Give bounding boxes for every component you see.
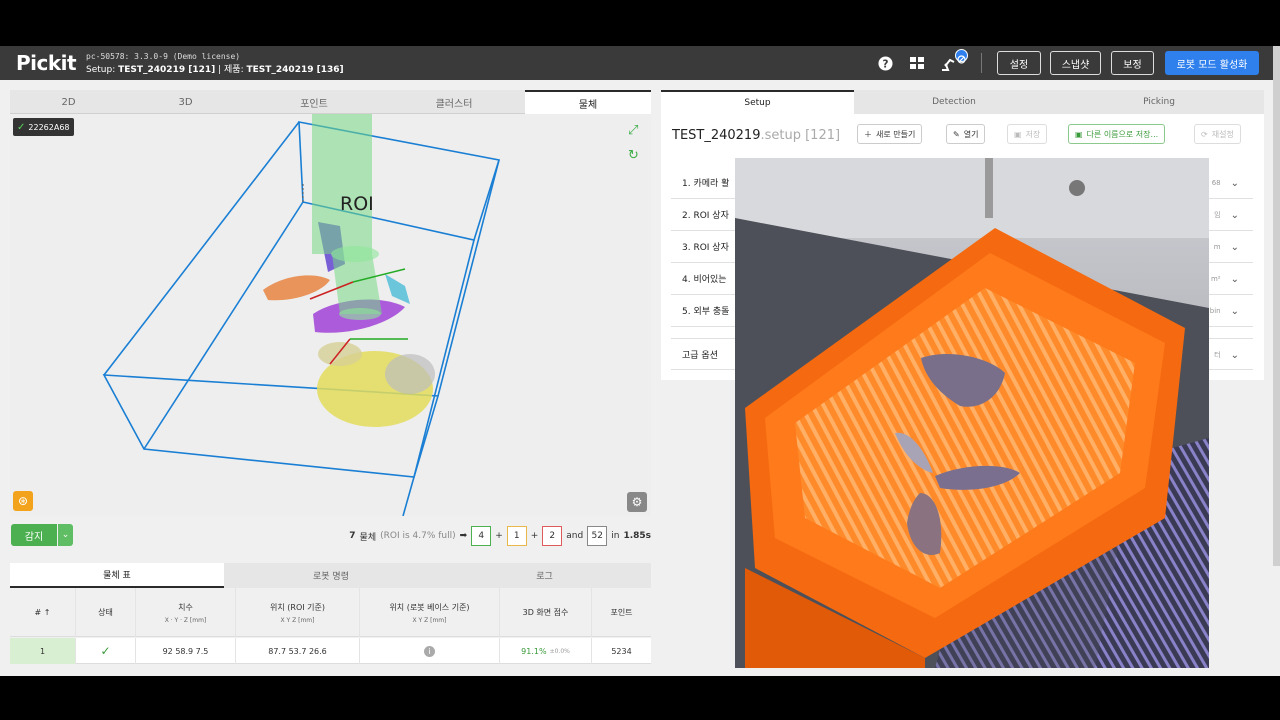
setup-product-line: Setup: TEST_240219 [121] | 제품: TEST_2402…: [86, 62, 344, 75]
status-check-icon: ✓: [76, 638, 136, 664]
video-letterbox-top: [0, 0, 1280, 46]
open-setup-button[interactable]: ✎ 열기: [946, 124, 986, 144]
table-header: # ↑ 상태 치수 X · Y · Z [mm] 위치 (ROI 기준) X Y Z…: [10, 588, 651, 637]
cell-dimensions: 92 58.9 7.5: [136, 638, 236, 664]
calibration-button[interactable]: 보정: [1111, 51, 1154, 75]
bin-photo: [735, 158, 1209, 668]
cell-id: 1: [10, 638, 76, 664]
tab-log[interactable]: 로그: [438, 563, 651, 588]
cell-position-roi: 87.7 53.7 26.6: [236, 638, 360, 664]
plus-sign: +: [495, 531, 503, 541]
view-tabs: 2D 3D 포인트 클러스터 물체: [10, 90, 651, 114]
detection-summary: 7 물체 (ROI is 4.7% full) ➡ 4 + 1 + 2 and …: [349, 526, 651, 546]
toolbar-divider: [981, 53, 982, 73]
version-text: pc-50578: 3.3.0-9 (Demo license): [86, 52, 241, 61]
table-row[interactable]: 1 ✓ 92 58.9 7.5 87.7 53.7 26.6 i 91.1% ±0…: [10, 638, 651, 664]
plus-sign-2: +: [530, 531, 539, 541]
cell-score: 91.1% ±0.0%: [500, 638, 592, 664]
object-count: 7: [349, 531, 356, 541]
in-word: in: [611, 531, 620, 541]
product-label: | 제품:: [218, 65, 244, 75]
detection-time: 1.85s: [623, 531, 651, 541]
svg-text:?: ?: [882, 58, 888, 70]
snapshot-button[interactable]: 스냅샷: [1050, 51, 1101, 75]
config-tabs: Setup Detection Picking: [661, 90, 1264, 114]
info-icon[interactable]: i: [424, 645, 435, 657]
video-letterbox-bottom: [0, 676, 1280, 720]
tab-clusters[interactable]: 클러스터: [384, 90, 524, 114]
tab-3d[interactable]: 3D: [127, 90, 244, 114]
setup-label: Setup:: [86, 65, 116, 75]
chevron-down-icon: ⌄: [1230, 177, 1239, 189]
fullscreen-icon[interactable]: ⤢: [628, 123, 638, 138]
tab-detection[interactable]: Detection: [854, 90, 1054, 114]
setup-file-title: TEST_240219.setup [121]: [672, 128, 841, 143]
count-pickable: 4: [471, 526, 492, 546]
point-cloud-scene: ROI: [10, 114, 651, 516]
plus-icon: ＋: [864, 129, 872, 139]
product-name: TEST_240219 [136]: [246, 65, 344, 75]
check-icon: ✓: [17, 121, 26, 133]
tab-robot-commands[interactable]: 로봇 명령: [224, 563, 438, 588]
roi-label: ROI: [340, 193, 374, 215]
camera-photo-overlay: [735, 158, 1209, 668]
disabled-badge-icon: [955, 49, 968, 64]
tab-objects[interactable]: 물체: [525, 90, 651, 114]
settings-button[interactable]: 설정: [997, 51, 1041, 75]
save-icon: ▣: [1014, 129, 1022, 139]
help-icon[interactable]: ?: [876, 54, 894, 72]
arrow-icon: ➡: [459, 531, 468, 541]
reset-setup-button[interactable]: ⟳ 재설정: [1194, 124, 1241, 144]
reset-icon: ⟳: [1201, 129, 1208, 139]
robot-mode-button[interactable]: 로봇 모드 활성화: [1165, 51, 1259, 75]
3d-viewer[interactable]: ROI ✓ 22262A68 ⤢ ↻ ⊛ ⚙: [10, 114, 651, 516]
capture-icon[interactable]: ⊛: [13, 491, 33, 511]
page-scrollbar[interactable]: [1273, 46, 1280, 566]
layout-icon[interactable]: [908, 54, 926, 72]
col-id[interactable]: # ↑: [10, 588, 76, 637]
save-setup-button[interactable]: ▣ 저장: [1007, 124, 1048, 144]
col-dimensions[interactable]: 치수 X · Y · Z [mm]: [136, 588, 236, 637]
save-as-button[interactable]: ▣ 다른 이름으로 저장...: [1068, 124, 1166, 144]
roi-fill-text: (ROI is 4.7% full): [380, 531, 456, 541]
reset-view-icon[interactable]: ↻: [628, 148, 639, 163]
col-status[interactable]: 상태: [76, 588, 136, 637]
count-clusters: 52: [587, 526, 608, 546]
pickit-app: Pickit pc-50578: 3.3.0-9 (Demo license) …: [0, 46, 1280, 676]
count-rejected: 2: [542, 526, 563, 546]
chevron-down-icon: ⌄: [1230, 349, 1239, 361]
viewer-settings-icon[interactable]: ⚙: [627, 492, 647, 512]
save-as-icon: ▣: [1075, 129, 1083, 139]
tab-object-table[interactable]: 물체 표: [10, 563, 224, 588]
top-bar: Pickit pc-50578: 3.3.0-9 (Demo license) …: [0, 46, 1280, 80]
tab-2d[interactable]: 2D: [10, 90, 127, 114]
tab-points[interactable]: 포인트: [244, 90, 384, 114]
chevron-down-icon: ⌄: [1230, 241, 1239, 253]
camera-status-badge: ✓ 22262A68: [13, 118, 74, 136]
detect-button[interactable]: 감지: [11, 524, 57, 546]
col-points[interactable]: 포인트: [592, 588, 651, 637]
col-score[interactable]: 3D 화면 점수: [500, 588, 592, 637]
pencil-icon: ✎: [953, 129, 960, 139]
pickit-logo: Pickit: [16, 51, 77, 75]
col-position-robot[interactable]: 위치 (로봇 베이스 기준) X Y Z [mm]: [360, 588, 500, 637]
col-position-roi[interactable]: 위치 (ROI 기준) X Y Z [mm]: [236, 588, 360, 637]
tab-setup[interactable]: Setup: [661, 90, 854, 114]
cell-position-robot: i: [360, 638, 500, 664]
new-setup-button[interactable]: ＋ 새로 만들기: [857, 124, 923, 144]
camera-serial: 22262A68: [28, 122, 70, 132]
detection-row: 감지 ⌄ 7 물체 (ROI is 4.7% full) ➡ 4 + 1 + 2…: [10, 522, 651, 550]
bottom-tabs: 물체 표 로봇 명령 로그: [10, 563, 651, 588]
setup-name: TEST_240219 [121]: [118, 65, 216, 75]
and-word: and: [566, 531, 584, 541]
count-unpickable: 1: [506, 526, 527, 546]
tab-picking[interactable]: Picking: [1054, 90, 1264, 114]
objects-word: 물체: [359, 532, 377, 543]
chevron-down-icon: ⌄: [1230, 209, 1239, 221]
cell-points: 5234: [611, 646, 632, 656]
detect-dropdown-icon[interactable]: ⌄: [58, 524, 73, 546]
chevron-down-icon: ⌄: [1230, 273, 1239, 285]
chevron-down-icon: ⌄: [1230, 305, 1239, 317]
